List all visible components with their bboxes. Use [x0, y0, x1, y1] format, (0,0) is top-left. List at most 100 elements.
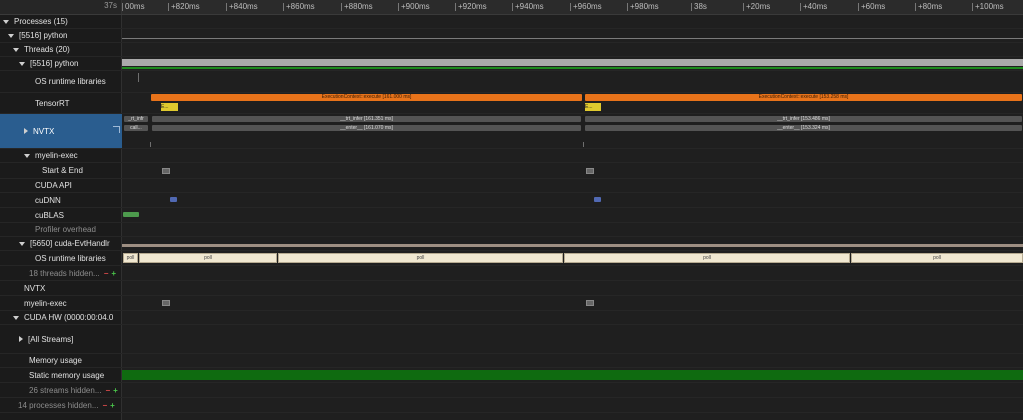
start-end-row[interactable]: Start & End	[0, 163, 1023, 179]
processes-text: Processes (15)	[14, 17, 68, 26]
nvtx-row-selected[interactable]: NVTX _rt_infr call... __trt_infer [161.3…	[0, 114, 1023, 149]
trt-infer-bar-2[interactable]: __trt_infer [153.486 ms]	[585, 116, 1022, 122]
chevron-down-icon[interactable]	[13, 315, 19, 320]
myelin-exec-2-row[interactable]: myelin-exec	[0, 296, 1023, 311]
static-memory-row[interactable]: Static memory usage	[0, 368, 1023, 383]
evthandler-text: [5650] cuda-EvtHandlr	[30, 239, 110, 248]
threads-hidden-label: 18 threads hidden... − +	[29, 266, 150, 280]
start-end-label: Start & End	[42, 166, 83, 175]
all-streams-label[interactable]: [All Streams]	[19, 325, 140, 353]
evthandler-activity-bar[interactable]	[122, 244, 1023, 247]
threads-hidden-row[interactable]: 18 threads hidden... − +	[0, 266, 1023, 281]
myelin-exec-text: myelin-exec	[35, 151, 78, 160]
threads-row[interactable]: Threads (20)	[0, 43, 1023, 57]
minus-icon[interactable]: −	[104, 269, 109, 278]
enter-bar-1[interactable]: __enter__ [161.070 ms]	[152, 125, 581, 131]
chevron-down-icon[interactable]	[3, 19, 9, 24]
execute-bar-2[interactable]: ExecutionContext::execute [153.258 ms]	[585, 94, 1022, 101]
static-memory-fill[interactable]	[122, 370, 1023, 380]
cuda-hw-row[interactable]: CUDA HW (0000:00:04.0	[0, 311, 1023, 325]
ruler-tick: +980ms	[627, 2, 659, 11]
ruler-tick: +100ms	[972, 2, 1004, 11]
chevron-down-icon[interactable]	[19, 61, 25, 66]
ruler-tick: +20ms	[742, 2, 771, 11]
poll-event-4[interactable]: poll	[851, 253, 1023, 263]
cuda-hw-label[interactable]: CUDA HW (0000:00:04.0	[13, 311, 134, 324]
ruler-tick: +840ms	[226, 2, 258, 11]
myelin-exec-2-event-1[interactable]	[162, 300, 170, 306]
thread-activity-bar[interactable]	[122, 59, 1023, 66]
cuda-api-row[interactable]: CUDA API	[0, 179, 1023, 193]
ruler-tick: +960ms	[570, 2, 602, 11]
cudnn-label: cuDNN	[35, 195, 61, 205]
ruler-tick: +900ms	[398, 2, 430, 11]
expand-icon[interactable]	[113, 126, 120, 133]
myelin-exec-row[interactable]: myelin-exec	[0, 149, 1023, 163]
processes-hidden-label: 14 processes hidden... − +	[18, 398, 139, 412]
runtime-marker	[138, 73, 139, 82]
chevron-down-icon[interactable]	[24, 153, 30, 158]
all-streams-row[interactable]: [All Streams]	[0, 325, 1023, 354]
nvtx-2-label: NVTX	[24, 283, 46, 293]
evthandler-row[interactable]: [5650] cuda-EvtHandlr	[0, 237, 1023, 251]
ruler-tick: +80ms	[914, 2, 943, 11]
cudnn-event-1[interactable]	[170, 197, 177, 202]
poll-event-2[interactable]: poll	[278, 253, 563, 263]
enter-bar-2[interactable]: __enter__ [153.324 ms]	[585, 125, 1022, 131]
poll-event-0[interactable]: poll	[123, 253, 138, 263]
profiler-overhead-row[interactable]: Profiler overhead	[0, 223, 1023, 237]
timeline-ruler[interactable]: 37s 00ms +820ms +840ms +860ms +880ms +90…	[0, 0, 1023, 15]
chevron-down-icon[interactable]	[13, 47, 19, 52]
os-runtime-2-row[interactable]: OS runtime libraries poll poll poll poll…	[0, 251, 1023, 266]
tensorrt-sub-event-1[interactable]: E...	[161, 103, 178, 111]
start-end-event-2[interactable]	[586, 168, 594, 174]
python-thread-row[interactable]: [5516] python	[0, 57, 1023, 71]
chevron-right-icon[interactable]	[24, 128, 28, 134]
threads-label[interactable]: Threads (20)	[13, 43, 134, 56]
cublas-event[interactable]	[123, 212, 139, 217]
trt-infer-bar-1[interactable]: __trt_infer [161.351 ms]	[152, 116, 581, 122]
start-end-event-1[interactable]	[162, 168, 170, 174]
minus-icon[interactable]: −	[105, 386, 110, 395]
chevron-right-icon[interactable]	[19, 336, 23, 342]
ruler-tick: 00ms	[122, 2, 145, 11]
python-process-row[interactable]: [5516] python	[0, 29, 1023, 43]
cublas-row[interactable]: cuBLAS	[0, 208, 1023, 223]
cudnn-event-2[interactable]	[594, 197, 601, 202]
streams-hidden-label: 26 streams hidden... − +	[29, 383, 150, 397]
execute-bar-1[interactable]: ExecutionContext::execute [161.000 ms]	[151, 94, 582, 101]
myelin-exec-label[interactable]: myelin-exec	[24, 149, 145, 162]
memory-usage-row[interactable]: Memory usage	[0, 354, 1023, 368]
os-runtime-row[interactable]: OS runtime libraries	[0, 71, 1023, 93]
plus-icon[interactable]: +	[113, 386, 118, 395]
processes-hidden-row[interactable]: 14 processes hidden... − +	[0, 398, 1023, 413]
nvtx-left-event-2[interactable]: call...	[124, 125, 148, 131]
poll-event-1[interactable]: poll	[139, 253, 277, 263]
chevron-down-icon[interactable]	[8, 33, 14, 38]
nvtx-left-event-1[interactable]: _rt_infr	[124, 116, 148, 122]
plus-icon[interactable]: +	[111, 269, 116, 278]
streams-hidden-row[interactable]: 26 streams hidden... − +	[0, 383, 1023, 398]
thread-cpu-bar	[122, 67, 1023, 69]
ruler-tick: +880ms	[341, 2, 373, 11]
cudnn-row[interactable]: cuDNN	[0, 193, 1023, 208]
python-process-label[interactable]: [5516] python	[8, 29, 129, 42]
ruler-tick: +920ms	[455, 2, 487, 11]
threads-text: Threads (20)	[24, 45, 70, 54]
poll-event-3[interactable]: poll	[564, 253, 850, 263]
tensorrt-label: TensorRT	[35, 98, 70, 108]
minus-icon[interactable]: −	[103, 401, 108, 410]
tensorrt-sub-event-2[interactable]: E...	[585, 103, 601, 111]
nvtx-marker-1	[150, 142, 151, 147]
nvtx-2-row[interactable]: NVTX	[0, 281, 1023, 296]
processes-row[interactable]: Processes (15)	[0, 15, 1023, 29]
process-timeline	[122, 38, 1023, 39]
threads-hidden-text: 18 threads hidden...	[29, 268, 100, 278]
plus-icon[interactable]: +	[110, 401, 115, 410]
chevron-down-icon[interactable]	[19, 241, 25, 246]
myelin-exec-2-event-2[interactable]	[586, 300, 594, 306]
tensorrt-row[interactable]: TensorRT ExecutionContext::execute [161.…	[0, 93, 1023, 114]
ruler-tick: +40ms	[799, 2, 828, 11]
nvtx-text: NVTX	[33, 126, 55, 136]
processes-label[interactable]: Processes (15)	[3, 15, 124, 28]
